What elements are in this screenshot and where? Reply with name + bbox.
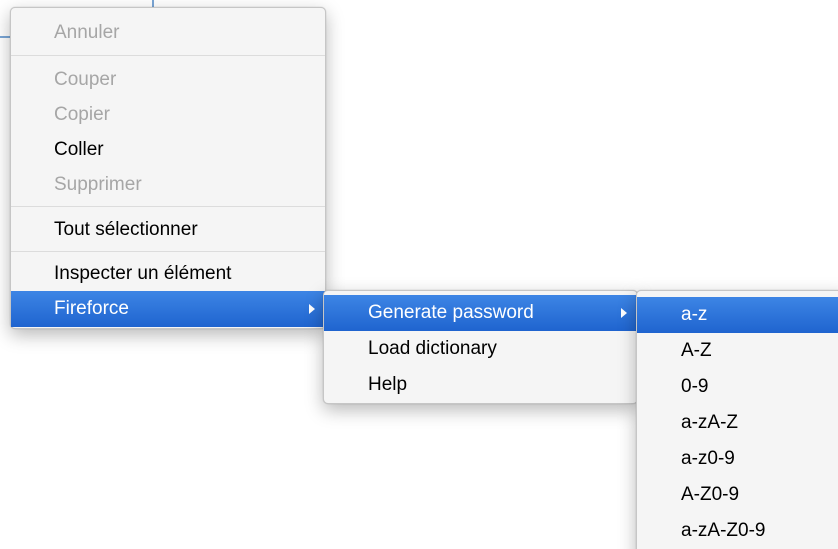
menu-item-a-z[interactable]: a-z [637, 297, 838, 333]
menu-item-label: a-zA-Z0-9 [681, 520, 766, 541]
chevron-right-icon [621, 308, 627, 318]
menu-item-label: a-z0-9 [681, 448, 735, 469]
chevron-right-icon [309, 304, 315, 314]
generate-password-submenu: a-z A-Z 0-9 a-zA-Z a-z0-9 A-Z0-9 a-zA-Z0… [636, 290, 838, 549]
menu-item-upper-a-z-0-9[interactable]: A-Z0-9 [637, 477, 838, 513]
menu-item-label: Generate password [368, 302, 534, 323]
menu-item-label: Tout sélectionner [54, 219, 198, 240]
menu-item-label: Couper [54, 69, 117, 90]
screen: Annuler Couper Copier Coller Supprimer T… [0, 0, 838, 549]
menu-item-label: Coller [54, 139, 104, 160]
menu-item-supprimer[interactable]: Supprimer [11, 168, 325, 202]
menu-item-label: Copier [54, 104, 110, 125]
menu-item-label: 0-9 [681, 376, 709, 397]
menu-item-annuler[interactable]: Annuler [11, 14, 325, 51]
menu-item-a-z-0-9[interactable]: a-z0-9 [637, 441, 838, 477]
menu-item-label: a-zA-Z [681, 412, 738, 433]
menu-item-label: A-Z [681, 340, 712, 361]
menu-item-generate-password[interactable]: Generate password [324, 295, 637, 331]
menu-item-couper[interactable]: Couper [11, 61, 325, 98]
menu-item-label: Supprimer [54, 174, 142, 195]
menu-item-label: a-z [681, 304, 708, 325]
background-line [0, 36, 10, 38]
menu-item-a-z-upper-a-z-0-9[interactable]: a-zA-Z0-9 [637, 513, 838, 549]
menu-item-upper-a-z[interactable]: A-Z [637, 333, 838, 369]
menu-item-copier[interactable]: Copier [11, 98, 325, 132]
menu-item-help[interactable]: Help [324, 367, 637, 403]
menu-item-label: Inspecter un élément [54, 263, 232, 284]
fireforce-submenu: Generate password Load dictionary Help [323, 290, 638, 404]
menu-item-a-z-upper-a-z[interactable]: a-zA-Z [637, 405, 838, 441]
menu-item-label: A-Z0-9 [681, 484, 740, 505]
menu-item-coller[interactable]: Coller [11, 132, 325, 168]
menu-item-label: Annuler [54, 22, 120, 43]
menu-item-label: Fireforce [54, 298, 129, 319]
menu-separator [11, 55, 325, 56]
context-menu: Annuler Couper Copier Coller Supprimer T… [10, 7, 326, 329]
menu-item-tout-selectionner[interactable]: Tout sélectionner [11, 212, 325, 247]
menu-item-load-dictionary[interactable]: Load dictionary [324, 331, 637, 367]
menu-separator [11, 206, 325, 207]
menu-item-0-9[interactable]: 0-9 [637, 369, 838, 405]
menu-item-fireforce[interactable]: Fireforce [11, 291, 325, 327]
menu-item-inspecter[interactable]: Inspecter un élément [11, 257, 325, 291]
menu-item-label: Load dictionary [368, 338, 497, 359]
menu-separator [11, 251, 325, 252]
menu-item-label: Help [368, 374, 408, 395]
